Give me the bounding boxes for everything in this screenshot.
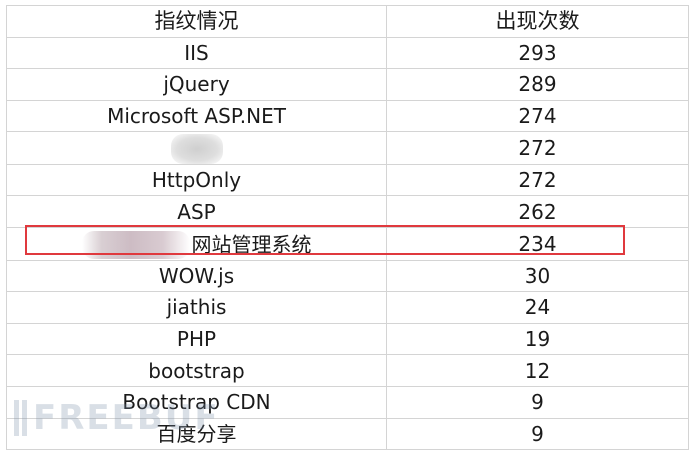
table-row: bootstrap 12 [6,354,689,387]
count-cell[interactable]: 289 [386,68,689,101]
watermark-logo-icon [14,400,27,436]
watermark-text: FREEBUF [33,398,220,438]
count-cell[interactable]: 19 [386,322,689,356]
count-cell[interactable]: 24 [386,291,689,324]
count-cell[interactable]: 272 [386,163,689,197]
fingerprint-cell[interactable]: ASP [6,195,387,229]
count-cell[interactable]: 12 [386,354,689,387]
table-row: jiathis 24 [6,291,689,324]
header-row: 指纹情况 出现次数 [6,5,689,38]
fingerprint-cell[interactable]: WOW.js [6,259,387,293]
table-row: IIS 293 [6,36,689,70]
header-fingerprint[interactable]: 指纹情况 [6,5,387,38]
fingerprint-cell-redacted[interactable] [6,131,387,165]
fingerprint-cell[interactable]: IIS [6,36,387,70]
count-cell[interactable]: 30 [386,259,689,293]
fingerprint-table: 指纹情况 出现次数 IIS 293 jQuery 289 Microsoft A… [6,5,689,450]
header-count[interactable]: 出现次数 [386,5,689,38]
table-row: Microsoft ASP.NET 274 [6,99,689,133]
fingerprint-cell[interactable]: Microsoft ASP.NET [6,99,387,133]
table-row: WOW.js 30 [6,259,689,293]
fingerprint-cell[interactable]: 网站管理系统 [6,227,387,261]
spreadsheet: 指纹情况 出现次数 IIS 293 jQuery 289 Microsoft A… [6,5,689,450]
redacted-blur [170,133,223,164]
watermark: FREEBUF [14,396,220,440]
fingerprint-cell[interactable]: bootstrap [6,354,387,387]
count-cell[interactable]: 274 [386,99,689,133]
fingerprint-cell[interactable]: PHP [6,322,387,356]
count-cell[interactable]: 293 [386,36,689,70]
redacted-blur [81,230,190,259]
fingerprint-cell[interactable]: HttpOnly [6,163,387,197]
table-row-highlighted: 网站管理系统 234 [6,227,689,261]
table-row: PHP 19 [6,322,689,356]
table-row: ASP 262 [6,195,689,229]
fingerprint-cell[interactable]: jQuery [6,68,387,101]
fingerprint-label: 网站管理系统 [191,232,312,257]
table-row: jQuery 289 [6,68,689,101]
table-row: HttpOnly 272 [6,163,689,197]
fingerprint-cell[interactable]: jiathis [6,291,387,324]
count-cell[interactable]: 272 [386,131,689,165]
count-cell[interactable]: 262 [386,195,689,229]
count-cell[interactable]: 9 [386,417,689,450]
table-row: 272 [6,131,689,165]
count-cell[interactable]: 9 [386,385,689,419]
count-cell[interactable]: 234 [386,227,689,261]
